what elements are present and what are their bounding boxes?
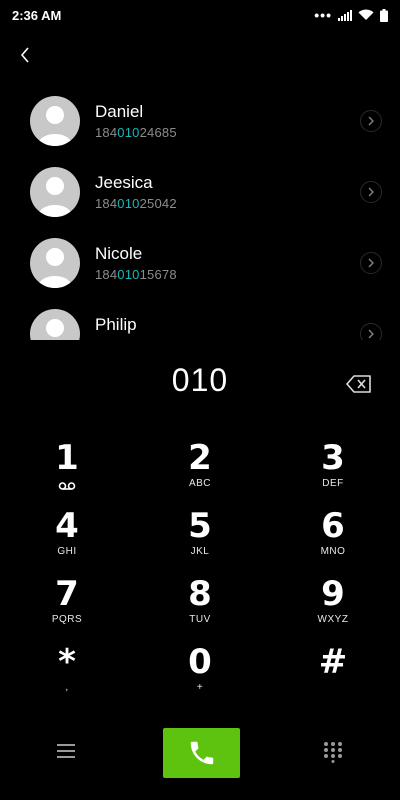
key-digit: 1 (55, 438, 79, 478)
chevron-left-icon (20, 47, 29, 63)
key-5[interactable]: 5 JKL (140, 506, 260, 566)
person-icon (38, 106, 72, 146)
bottom-bar (0, 728, 400, 778)
contact-item-1[interactable]: Jeesica 18401025042 (0, 161, 400, 232)
key-3[interactable]: 3 DEF (273, 438, 393, 498)
key-8[interactable]: 8 TUV (140, 574, 260, 634)
contact-detail-button[interactable] (360, 252, 382, 274)
key-2[interactable]: 2 ABC (140, 438, 260, 498)
key-letters: DEF (322, 478, 344, 489)
number-match: 010 (117, 125, 140, 140)
backspace-icon (346, 375, 371, 393)
key-digit: 2 (188, 438, 212, 478)
status-icons: ••• (314, 7, 388, 23)
avatar (30, 96, 80, 146)
key-digit: 4 (55, 506, 79, 546)
key-digit: # (318, 642, 348, 682)
key-1[interactable]: 1 (7, 438, 127, 498)
key-letters: GHI (57, 546, 77, 557)
dialed-number: 010 (171, 362, 229, 398)
key-7[interactable]: 7 PQRS (7, 574, 127, 634)
number-match: 010 (117, 267, 140, 282)
backspace-button[interactable] (346, 374, 372, 394)
chevron-right-icon (368, 116, 374, 126)
menu-icon (57, 744, 75, 758)
dialpad-toggle-button[interactable] (323, 741, 343, 763)
contact-name: Philip (95, 315, 137, 334)
person-icon (38, 177, 72, 217)
key-digit: 9 (321, 574, 345, 614)
number-match: 010 (117, 196, 140, 211)
key-letters: TUV (189, 614, 211, 625)
person-icon (38, 248, 72, 288)
key-letters: ABC (188, 478, 212, 489)
contact-item-3[interactable]: Philip (0, 303, 400, 340)
key-star[interactable]: * , (7, 642, 127, 702)
key-letters: MNO (320, 546, 346, 557)
key-letters: , (65, 682, 69, 693)
menu-button[interactable] (56, 743, 76, 759)
key-digit: 3 (321, 438, 345, 478)
contact-number: 18401025042 (95, 196, 177, 211)
contact-suggestion-list: Daniel 18401024685 Jeesica 18401025042 N… (0, 90, 400, 340)
status-time: 2:36 AM (12, 7, 62, 23)
key-letters: WXYZ (317, 614, 349, 625)
key-letters: JKL (190, 546, 210, 557)
signal-dots: ••• (314, 7, 332, 23)
key-digit: 6 (321, 506, 345, 546)
key-6[interactable]: 6 MNO (273, 506, 393, 566)
contact-detail-button[interactable] (360, 110, 382, 132)
key-hash[interactable]: # (273, 642, 393, 702)
cell-signal-icon (338, 9, 352, 21)
wifi-icon (358, 9, 374, 20)
key-letters: + (196, 682, 204, 693)
key-0[interactable]: 0 + (140, 642, 260, 702)
contact-number: 18401015678 (95, 267, 177, 282)
chevron-right-icon (368, 258, 374, 268)
contact-item-0[interactable]: Daniel 18401024685 (0, 90, 400, 161)
phone-icon (190, 741, 213, 765)
key-digit: 8 (188, 574, 212, 614)
contact-item-2[interactable]: Nicole 18401015678 (0, 232, 400, 303)
battery-icon (380, 8, 388, 22)
call-button[interactable] (163, 728, 240, 778)
chevron-right-icon (368, 329, 374, 339)
status-bar: 2:36 AM ••• (0, 0, 400, 30)
voicemail-icon (58, 482, 76, 490)
contact-name: Daniel (95, 102, 144, 121)
contact-name: Nicole (95, 244, 143, 263)
key-digit: * (58, 642, 76, 682)
contact-detail-button[interactable] (360, 181, 382, 203)
contact-number: 18401024685 (95, 125, 177, 140)
avatar (30, 309, 80, 340)
dialpad-icon (324, 742, 342, 763)
key-letters: PQRS (51, 614, 83, 625)
avatar (30, 167, 80, 217)
chevron-right-icon (368, 187, 374, 197)
back-button[interactable] (14, 44, 36, 66)
key-digit: 7 (55, 574, 79, 614)
contact-name: Jeesica (95, 173, 153, 192)
person-icon (46, 319, 64, 337)
key-digit: 0 (188, 642, 212, 682)
key-digit: 5 (188, 506, 212, 546)
key-4[interactable]: 4 GHI (7, 506, 127, 566)
key-9[interactable]: 9 WXYZ (273, 574, 393, 634)
avatar (30, 238, 80, 288)
contact-detail-button[interactable] (360, 323, 382, 340)
